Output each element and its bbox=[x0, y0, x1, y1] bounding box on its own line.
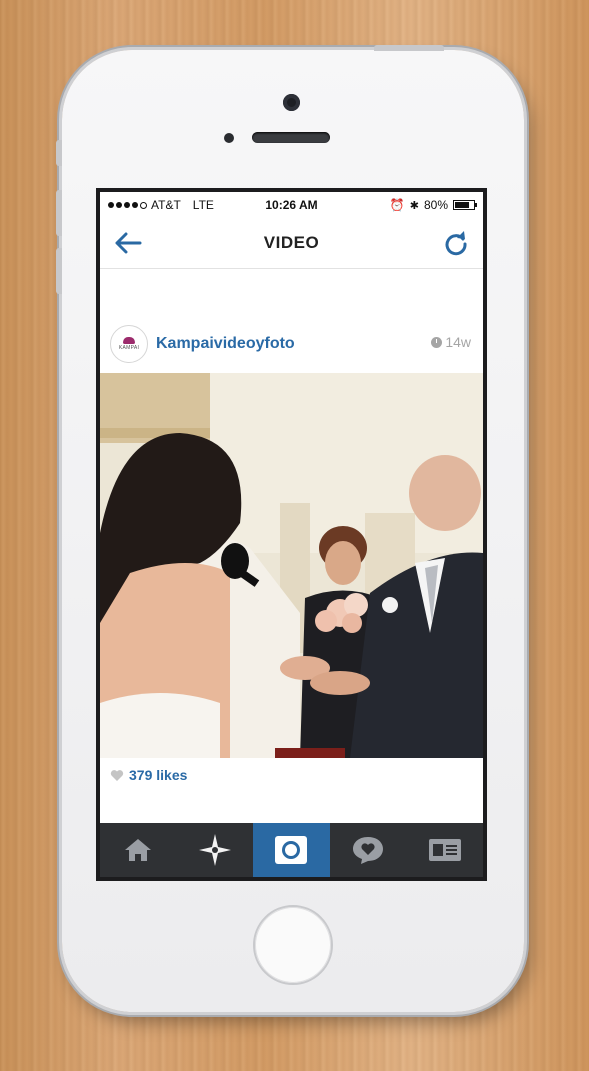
bluetooth-icon: ✱ bbox=[409, 199, 419, 212]
wedding-photo bbox=[100, 373, 483, 758]
avatar[interactable]: KAMPAI bbox=[110, 325, 148, 363]
tab-explore[interactable] bbox=[177, 823, 254, 877]
carrier-label: AT&T bbox=[151, 198, 181, 212]
screen: AT&T LTE 10:26 AM ⏰ ✱ 80% VIDEO KAMPAI K… bbox=[96, 188, 487, 881]
front-camera bbox=[283, 94, 300, 111]
avatar-logo-text: KAMPAI bbox=[118, 345, 140, 351]
power-button bbox=[374, 45, 444, 51]
tab-bar bbox=[100, 823, 483, 877]
iphone-frame: AT&T LTE 10:26 AM ⏰ ✱ 80% VIDEO KAMPAI K… bbox=[56, 45, 524, 1012]
post-feed: KAMPAI Kampaivideoyfoto 14w 379 likes bbox=[100, 269, 483, 823]
likes-count: 379 likes bbox=[129, 767, 188, 783]
battery-icon bbox=[453, 200, 477, 210]
camera-icon bbox=[275, 836, 308, 864]
back-arrow-icon[interactable] bbox=[114, 230, 142, 256]
post-age-label: 14w bbox=[445, 334, 471, 350]
status-bar: AT&T LTE 10:26 AM ⏰ ✱ 80% bbox=[100, 192, 483, 218]
mute-switch bbox=[56, 140, 62, 166]
network-label: LTE bbox=[192, 198, 214, 212]
home-button[interactable] bbox=[253, 905, 333, 985]
profile-card-icon bbox=[428, 839, 461, 861]
alarm-icon: ⏰ bbox=[389, 198, 405, 212]
tab-camera[interactable] bbox=[253, 823, 330, 877]
logo-icon bbox=[123, 337, 135, 344]
page-title: VIDEO bbox=[263, 233, 320, 252]
signal-strength-icon bbox=[108, 201, 147, 209]
earpiece-speaker bbox=[252, 132, 330, 143]
likes-row[interactable]: 379 likes bbox=[110, 767, 187, 783]
proximity-sensor bbox=[224, 133, 234, 143]
post-video[interactable] bbox=[100, 373, 483, 758]
battery-percent: 80% bbox=[423, 198, 448, 212]
post-age: 14w bbox=[431, 334, 471, 350]
volume-up-button bbox=[56, 190, 62, 236]
tab-profile[interactable] bbox=[406, 823, 483, 877]
volume-down-button bbox=[56, 248, 62, 294]
clock-icon bbox=[431, 336, 443, 348]
explore-star-icon bbox=[198, 834, 231, 866]
home-icon bbox=[125, 839, 152, 861]
tab-activity[interactable] bbox=[330, 823, 407, 877]
tab-home[interactable] bbox=[100, 823, 177, 877]
username-link[interactable]: Kampaivideoyfoto bbox=[156, 335, 295, 353]
post-header: KAMPAI Kampaivideoyfoto 14w bbox=[100, 319, 483, 369]
speech-bubble-heart-icon bbox=[353, 837, 384, 864]
navigation-bar: VIDEO bbox=[100, 218, 483, 269]
heart-icon bbox=[110, 770, 124, 781]
refresh-icon[interactable] bbox=[443, 230, 469, 256]
